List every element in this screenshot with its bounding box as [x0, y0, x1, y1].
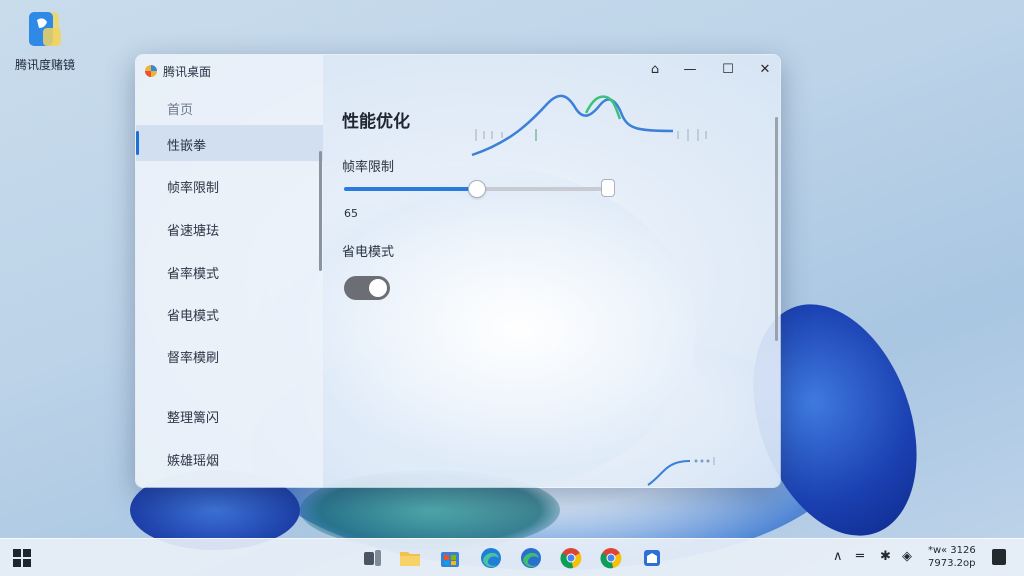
chrome-button[interactable] — [559, 546, 583, 570]
slider-end-handle[interactable] — [601, 179, 615, 197]
folder-icon — [400, 552, 420, 566]
sidebar-item-9[interactable]: 嫉雄瑶烟 — [136, 440, 323, 476]
clock-date: 7973.2op — [928, 558, 976, 569]
notification-icon[interactable] — [992, 549, 1006, 565]
chrome-icon — [560, 548, 582, 569]
start-button[interactable] — [10, 546, 34, 570]
power-saving-label: 省电模式 — [342, 245, 395, 260]
sidebar-item-label: 性嵌拳 — [167, 139, 207, 154]
sidebar-item-label: 帧率限制 — [167, 181, 220, 196]
clock-time: *w« 3126 — [928, 545, 976, 556]
bluetooth-icon[interactable]: ✱ — [880, 549, 891, 564]
sidebar-item-4[interactable]: 省速塘珐 — [136, 210, 323, 246]
app-window: 首页 性嵌拳 帧率限制 省速塘珐 省率模式 省电模式 督率模刷 整理篱闪 嫉雄瑶… — [135, 54, 781, 488]
sidebar-item-performance[interactable]: 性嵌拳 — [136, 125, 323, 161]
sidebar-item-home[interactable]: 首页 — [136, 89, 323, 125]
slider-fill — [344, 187, 476, 191]
sidebar-item-5[interactable]: 省率模式 — [136, 253, 323, 289]
decorative-wave-graphic — [471, 94, 707, 157]
sidebar-item-power-saving[interactable]: 省电模式 — [136, 295, 323, 331]
sidebar-item-label: 整理篱闪 — [167, 411, 220, 426]
decorative-line-graphic — [647, 457, 715, 486]
sidebar-item-7[interactable]: 督率模刷 — [136, 337, 323, 373]
app-logo-icon — [144, 63, 158, 77]
chrome-icon — [600, 548, 622, 569]
desktop-shortcut[interactable]: 腾讯度赌镜 — [12, 10, 78, 73]
desktop-shortcut-label: 腾讯度赌镜 — [14, 58, 75, 72]
sidebar-item-label: 督率模刷 — [167, 351, 220, 366]
store-icon — [441, 552, 459, 567]
sidebar: 首页 性嵌拳 帧率限制 省速塘珐 省率模式 省电模式 督率模刷 整理篱闪 嫉雄瑶… — [136, 55, 323, 487]
sidebar-item-label: 首页 — [167, 103, 194, 118]
toggle-knob — [369, 279, 387, 297]
windows-logo-icon — [13, 549, 31, 567]
edge-button[interactable] — [479, 546, 503, 570]
sidebar-scrollbar[interactable] — [319, 151, 322, 271]
store-button[interactable] — [438, 546, 462, 570]
edge-browser-icon — [481, 548, 501, 568]
framerate-label: 帧率限制 — [342, 160, 395, 175]
app-icon — [644, 550, 660, 566]
sidebar-item-label: 嫉雄瑶烟 — [167, 454, 220, 469]
sidebar-item-framerate[interactable]: 帧率限制 — [136, 167, 323, 203]
framerate-value: 65 — [344, 207, 358, 220]
sidebar-item-8[interactable]: 整理篱闪 — [136, 397, 323, 433]
slider-thumb[interactable] — [468, 180, 486, 198]
framerate-slider[interactable] — [344, 179, 615, 198]
taskbar: ∧ ═ ✱ ◈ *w« 3126 7973.2op — [0, 538, 1024, 576]
power-saving-toggle[interactable] — [344, 276, 390, 300]
tray-chevron-icon[interactable]: ∧ — [833, 549, 843, 564]
clock[interactable]: *w« 3126 7973.2op — [928, 544, 976, 570]
app-shortcut-icon — [23, 10, 67, 50]
content-scrollbar[interactable] — [775, 117, 778, 341]
app-taskbar-button[interactable] — [640, 546, 664, 570]
sidebar-item-label: 省电模式 — [167, 309, 220, 324]
volume-icon[interactable]: ◈ — [902, 549, 912, 564]
sidebar-item-label: 省速塘珐 — [167, 224, 220, 239]
edge-dev-button[interactable] — [519, 546, 543, 570]
task-view-icon — [364, 550, 381, 566]
file-explorer-button[interactable] — [398, 546, 422, 570]
main-content: 性能优化 帧率限制 65 省电模式 — [323, 55, 780, 487]
window-title: 腾讯桌面 — [163, 65, 212, 79]
edge-dev-icon — [521, 548, 541, 568]
network-icon[interactable]: ═ — [856, 549, 864, 564]
chrome-second-button[interactable] — [599, 546, 623, 570]
task-view-button[interactable] — [360, 546, 384, 570]
sidebar-item-label: 省率模式 — [167, 267, 220, 282]
page-title: 性能优化 — [342, 112, 410, 132]
